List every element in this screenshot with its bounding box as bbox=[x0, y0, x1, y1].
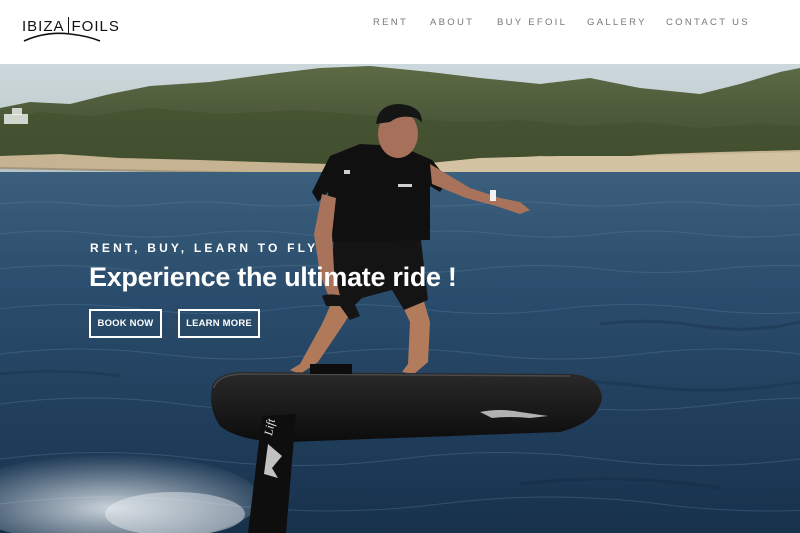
hero-eyebrow: RENT, BUY, LEARN TO FLY bbox=[90, 241, 319, 255]
nav-item-about[interactable]: ABOUT bbox=[430, 17, 474, 28]
logo-divider bbox=[67, 17, 69, 34]
logo-text: IBIZA FOILS bbox=[22, 17, 120, 35]
hero-headline: Experience the ultimate ride ! bbox=[89, 262, 457, 292]
nav-item-gallery[interactable]: GALLERY bbox=[587, 17, 647, 28]
hero-section: Lift RENT, BUY, LEARN TO FLY Experience … bbox=[0, 64, 800, 533]
nav-item-contact-us[interactable]: CONTACT US bbox=[666, 17, 750, 28]
logo-text-right: FOILS bbox=[71, 18, 120, 35]
nav-item-rent[interactable]: RENT bbox=[373, 17, 408, 28]
logo-text-left: IBIZA bbox=[22, 18, 65, 35]
hero-image: Lift bbox=[0, 64, 800, 533]
learn-more-button[interactable]: LEARN MORE bbox=[178, 309, 260, 338]
site-header: IBIZA FOILS RENT ABOUT BUY EFOIL GALLERY … bbox=[0, 0, 800, 64]
nav-item-buy-efoil[interactable]: BUY EFOIL bbox=[497, 17, 567, 28]
site-logo[interactable]: IBIZA FOILS bbox=[22, 14, 119, 48]
book-now-button[interactable]: BOOK NOW bbox=[89, 309, 162, 338]
